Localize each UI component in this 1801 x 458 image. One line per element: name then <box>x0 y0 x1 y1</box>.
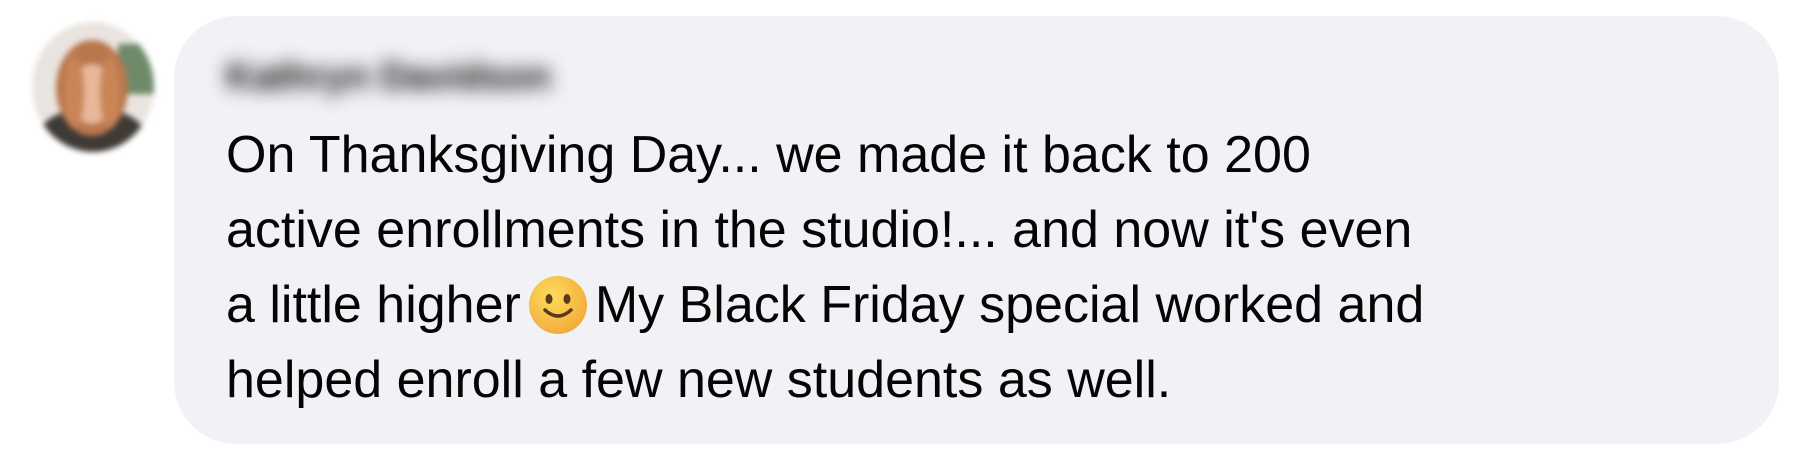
avatar[interactable] <box>32 22 154 152</box>
comment-text-line: helped enroll a few new students as well… <box>226 351 1172 409</box>
comment-text-line: active enrollments in the studio!... and… <box>226 201 1413 259</box>
comment-text-segment: My Black Friday special worked and <box>594 276 1425 334</box>
author-name[interactable]: Kathryn Davidson <box>226 56 551 99</box>
comment-text-line: a little higher My Black Friday special … <box>226 268 1756 343</box>
slightly-smiling-face-icon <box>527 274 589 336</box>
comment-text: On Thanksgiving Day... we made it back t… <box>226 118 1756 418</box>
profile-photo <box>32 22 154 152</box>
comment-text-segment: a little higher <box>226 276 521 334</box>
comment-text-line: On Thanksgiving Day... we made it back t… <box>226 126 1311 184</box>
